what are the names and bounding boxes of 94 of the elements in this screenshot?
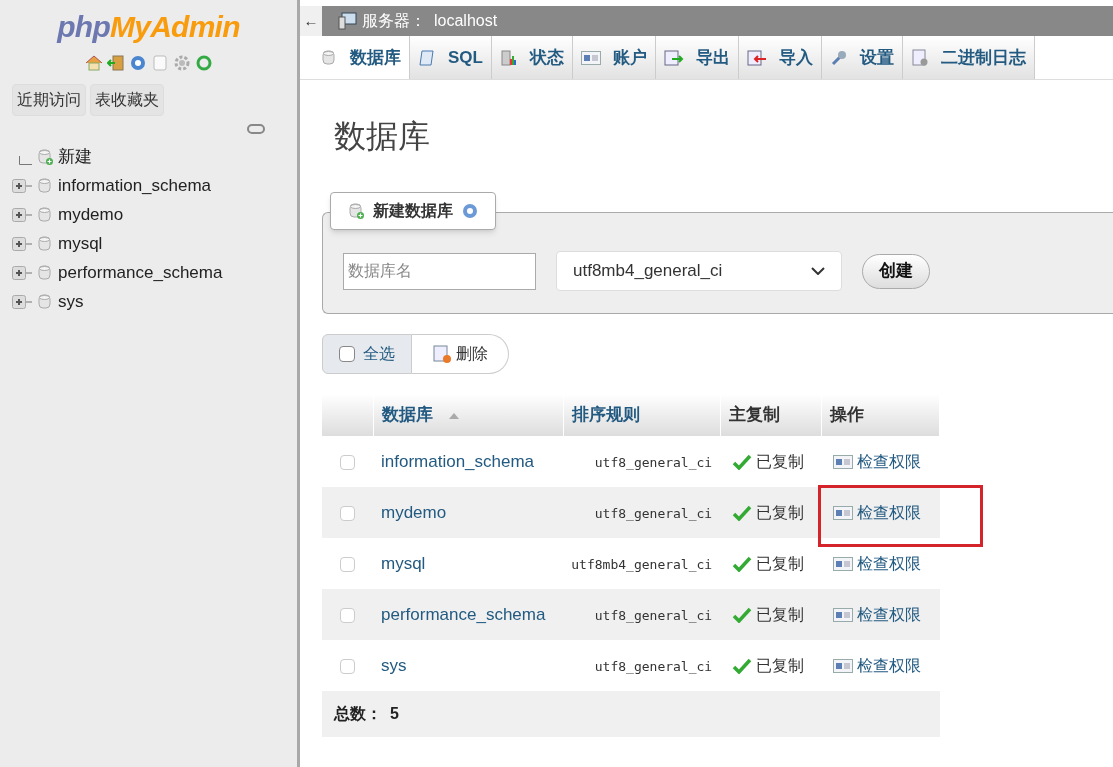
replication-status: 已复制 xyxy=(756,604,805,625)
back-button[interactable]: ← xyxy=(300,6,322,36)
check-privileges-link[interactable]: 检查权限 xyxy=(833,602,928,627)
replication-status: 已复制 xyxy=(756,502,805,523)
database-link[interactable]: sys xyxy=(58,288,84,315)
database-icon xyxy=(36,234,54,253)
logo[interactable]: phpMyAdmin xyxy=(57,12,240,42)
id-card-icon xyxy=(833,454,854,469)
bar-chart-icon xyxy=(499,48,518,67)
id-card-icon xyxy=(833,556,854,571)
check-privileges-link[interactable]: 检查权限 xyxy=(833,551,928,576)
tab[interactable]: 设置 xyxy=(821,36,903,79)
id-card-icon xyxy=(833,658,854,673)
tab[interactable]: 导出 xyxy=(655,36,739,79)
collation-dropdown[interactable]: utf8mb4_general_ci xyxy=(556,251,842,291)
select-all[interactable]: 全选 xyxy=(322,334,412,374)
exit-icon[interactable] xyxy=(106,54,125,72)
sidebar-tab[interactable]: 表收藏夹 xyxy=(90,84,164,116)
collation-text: utf8_general_ci xyxy=(594,607,713,623)
replication-status: 已复制 xyxy=(756,655,805,676)
document-icon[interactable] xyxy=(150,54,169,72)
collation-text: utf8_general_ci xyxy=(594,454,713,470)
database-link[interactable]: information_schema xyxy=(373,451,543,471)
delete-button[interactable]: 删除 xyxy=(412,334,509,374)
expand-icon[interactable] xyxy=(12,293,32,310)
check-privileges-link[interactable]: 检查权限 xyxy=(833,500,928,525)
settings-icon[interactable] xyxy=(172,54,191,72)
chevron-down-icon xyxy=(811,267,825,275)
tab[interactable]: 账户 xyxy=(572,36,656,79)
tab[interactable]: 导入 xyxy=(738,36,822,79)
server-label: 服务器： xyxy=(362,11,426,31)
collation-text: utf8_general_ci xyxy=(594,505,713,521)
database-link[interactable]: performance_schema xyxy=(373,604,554,624)
page-title: 数据库 xyxy=(334,117,431,156)
server-link[interactable]: localhost xyxy=(434,9,498,33)
collation-text: utf8mb4_general_ci xyxy=(571,556,713,572)
database-link[interactable]: sys xyxy=(373,655,415,675)
row-checkbox[interactable] xyxy=(340,658,355,674)
check-privileges-link[interactable]: 检查权限 xyxy=(833,653,928,678)
help-icon[interactable] xyxy=(128,54,147,72)
scroll-icon xyxy=(418,48,436,67)
expand-icon[interactable] xyxy=(12,235,32,252)
check-privileges-link[interactable]: 检查权限 xyxy=(833,449,928,474)
database-link[interactable]: performance_schema xyxy=(58,259,223,286)
row-checkbox[interactable] xyxy=(340,607,355,623)
legend-text: 新建数据库 xyxy=(373,201,453,221)
table-delete-icon xyxy=(432,344,452,364)
checkmark-icon xyxy=(732,657,753,674)
help-icon[interactable] xyxy=(461,202,479,220)
expand-icon[interactable] xyxy=(12,177,32,194)
sort-ascending-icon xyxy=(448,412,459,419)
id-card-icon xyxy=(833,607,854,622)
database-link[interactable]: mydemo xyxy=(373,502,455,522)
id-card-icon xyxy=(580,50,601,65)
wrench-icon xyxy=(829,48,848,67)
database-icon xyxy=(36,292,54,311)
database-link[interactable]: information_schema xyxy=(58,172,212,199)
home-icon[interactable] xyxy=(84,54,103,72)
id-card-icon xyxy=(833,505,854,520)
replication-status: 已复制 xyxy=(756,451,805,472)
database-link[interactable]: mydemo xyxy=(58,201,124,228)
tree-line-icon xyxy=(19,155,32,165)
checkmark-icon xyxy=(732,453,753,470)
expand-icon[interactable] xyxy=(12,264,32,281)
import-icon xyxy=(746,49,767,66)
collation-text: utf8_general_ci xyxy=(594,658,713,674)
database-link[interactable]: 新建 xyxy=(58,143,92,170)
database-icon xyxy=(320,48,338,67)
tab[interactable]: 状态 xyxy=(491,36,573,79)
checkmark-icon xyxy=(732,555,753,572)
sidebar-tab[interactable]: 近期访问 xyxy=(12,84,86,116)
total-label: 总数： xyxy=(334,705,382,722)
database-link[interactable]: mysql xyxy=(58,230,103,257)
row-checkbox[interactable] xyxy=(340,556,355,572)
checkmark-icon xyxy=(732,606,753,623)
database-add-icon xyxy=(36,147,54,166)
database-add-icon xyxy=(347,202,365,220)
row-checkbox[interactable] xyxy=(340,454,355,470)
database-icon xyxy=(36,205,54,224)
server-icon xyxy=(338,12,358,30)
tab[interactable]: 二进制日志 xyxy=(902,36,1035,79)
export-icon xyxy=(663,49,684,66)
database-name-field[interactable]: 数据库名 xyxy=(343,252,536,290)
database-icon xyxy=(36,263,54,282)
tab[interactable]: SQL xyxy=(410,36,492,79)
checkmark-icon xyxy=(732,504,753,521)
expand-icon[interactable] xyxy=(12,206,32,223)
checkbox[interactable] xyxy=(339,346,355,362)
total-count: 5 xyxy=(390,705,399,722)
row-checkbox[interactable] xyxy=(340,505,355,521)
database-link[interactable]: mysql xyxy=(373,553,434,573)
replication-status: 已复制 xyxy=(756,553,805,574)
create-button[interactable]: 创建 xyxy=(862,253,930,289)
database-icon xyxy=(36,176,54,195)
